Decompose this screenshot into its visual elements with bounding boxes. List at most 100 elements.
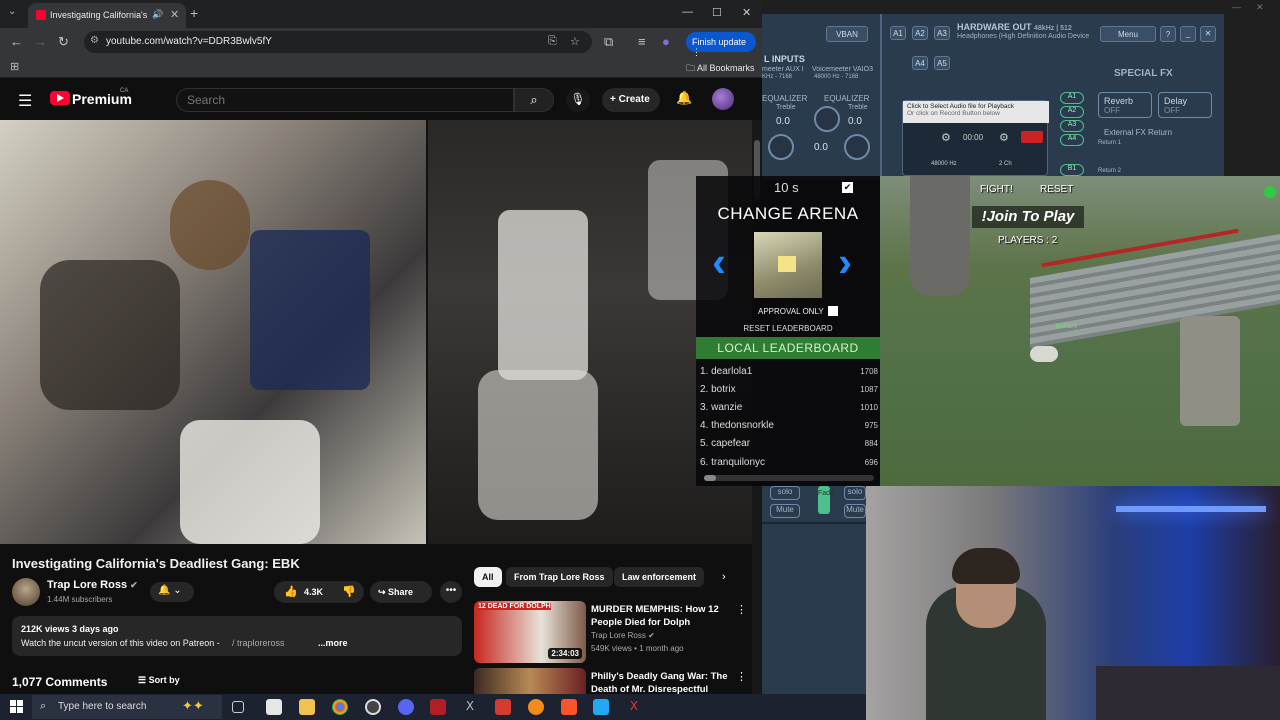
recommendation-item[interactable]: Philly's Deadly Gang War: The Death of M…	[474, 668, 754, 694]
mute-button[interactable]: Mute	[844, 504, 866, 518]
chrome-icon[interactable]	[332, 699, 348, 715]
maximize-icon[interactable]: ☐	[712, 6, 722, 19]
settings-gear-icon[interactable]	[1264, 186, 1276, 198]
tape-recorder[interactable]: Click to Select Audio file for Playback O…	[902, 100, 1049, 176]
recommendation-thumbnail[interactable]: 12 DEAD FOR DOLPH 2:34:03	[474, 601, 586, 663]
route-a2-button[interactable]: A2	[1060, 106, 1084, 118]
like-icon[interactable]: 👍	[284, 585, 298, 598]
kebab-menu-icon[interactable]: ⋮	[736, 670, 747, 683]
taskbar-search[interactable]: ⌕ Type here to search ✦✦	[32, 695, 222, 719]
reset-button[interactable]: RESET	[1040, 184, 1073, 200]
channel-avatar[interactable]	[12, 578, 40, 606]
fight-button[interactable]: FIGHT!	[980, 184, 1013, 200]
vscode-icon[interactable]	[593, 699, 609, 715]
user-avatar[interactable]	[712, 88, 734, 110]
eq-knob[interactable]	[814, 106, 840, 132]
description-box[interactable]: 212K views 3 days ago Watch the uncut ve…	[12, 616, 462, 656]
patreon-link[interactable]: / traploreross	[232, 638, 285, 648]
rewind-icon[interactable]: ⚙	[941, 131, 951, 144]
all-bookmarks-button[interactable]: 🗀 All Bookmarks	[686, 61, 755, 77]
share-button[interactable]: ↪ Share	[370, 581, 432, 603]
bus-a2-button[interactable]: A2	[912, 26, 928, 40]
app-icon[interactable]	[266, 699, 282, 715]
app-icon[interactable]: Ⅹ	[462, 699, 478, 715]
create-button[interactable]: + Create	[602, 88, 660, 112]
video-player[interactable]	[0, 120, 752, 544]
recommendation-channel[interactable]: Trap Lore Ross ✔	[591, 631, 655, 640]
kebab-menu-icon[interactable]: ⋮	[736, 603, 747, 616]
eq-knob[interactable]	[844, 134, 870, 160]
app-icon[interactable]	[495, 699, 511, 715]
bookmark-star-icon[interactable]: ☆	[570, 35, 580, 48]
input2-name[interactable]: Voicemeeter VAIO3	[812, 66, 873, 73]
obs-icon[interactable]	[365, 699, 381, 715]
bus-a4-button[interactable]: A4	[912, 56, 928, 70]
mute-button[interactable]: Mute	[770, 504, 800, 518]
hardware-out-device[interactable]: Headphones (High Definition Audio Device	[957, 33, 1089, 40]
recommendation-title[interactable]: Philly's Deadly Gang War: The Death of M…	[591, 670, 731, 694]
chip-all[interactable]: All	[474, 567, 502, 587]
forward-icon[interactable]: →	[34, 34, 47, 49]
speaker-icon[interactable]: 🔊	[152, 9, 163, 20]
reset-leaderboard-button[interactable]: RESET LEADERBOARD	[696, 324, 880, 333]
fader-knob[interactable]: Fade	[818, 486, 834, 514]
chip-law-enforcement[interactable]: Law enforcement	[614, 567, 705, 587]
chip-from-channel[interactable]: From Trap Lore Ross	[506, 567, 613, 587]
record-icon[interactable]	[1021, 131, 1043, 143]
recommendation-thumbnail[interactable]	[474, 668, 586, 694]
profile-icon[interactable]: ●	[662, 34, 670, 49]
install-icon[interactable]: ⎘	[548, 35, 557, 48]
minimize-icon[interactable]: —	[1232, 2, 1241, 12]
app-icon[interactable]	[430, 699, 446, 715]
recommendation-title[interactable]: MURDER MEMPHIS: How 12 People Died for D…	[591, 603, 731, 629]
route-b1-button[interactable]: B1	[1060, 164, 1084, 176]
extensions-icon[interactable]: ⧉	[604, 34, 613, 50]
sort-by-button[interactable]: ☰ Sort by	[138, 675, 180, 686]
menu-icon[interactable]: ☰	[18, 91, 32, 111]
tab-youtube[interactable]: Investigating California's De 🔊 ✕	[28, 3, 186, 28]
reverb-button[interactable]: Reverb OFF	[1098, 92, 1152, 118]
reload-icon[interactable]: ↻	[58, 34, 69, 50]
dislike-icon[interactable]: 👎	[342, 585, 356, 598]
apps-grid-icon[interactable]: ⊞	[10, 60, 19, 73]
input1-name[interactable]: meeter AUX I	[762, 66, 804, 73]
minimize-icon[interactable]: —	[682, 6, 693, 18]
eq-knob[interactable]	[768, 134, 794, 160]
route-a1-button[interactable]: A1	[1060, 92, 1084, 104]
file-explorer-icon[interactable]	[299, 699, 315, 715]
notifications-bell-icon[interactable]: 🔔	[676, 90, 692, 106]
reading-list-icon[interactable]: ≡	[638, 34, 646, 49]
bus-a3-button[interactable]: A3	[934, 26, 950, 40]
solo-button[interactable]: solo	[844, 486, 866, 500]
recommendation-item[interactable]: 12 DEAD FOR DOLPH 2:34:03 MURDER MEMPHIS…	[474, 601, 754, 663]
leaderboard-scrollbar[interactable]	[704, 475, 874, 481]
subscribed-bell-button[interactable]: 🔔 ⌄	[150, 582, 194, 602]
close-window-icon[interactable]: ✕	[1256, 2, 1264, 13]
close-window-icon[interactable]: ✕	[742, 6, 751, 19]
bus-a1-button[interactable]: A1	[890, 26, 906, 40]
search-button[interactable]: ⌕	[514, 88, 554, 112]
app-icon[interactable]: Ⅹ	[626, 699, 642, 715]
app-icon[interactable]	[528, 699, 544, 715]
help-icon[interactable]: ?	[1160, 26, 1176, 42]
timer-checkbox[interactable]: ✔	[842, 182, 853, 193]
close-icon[interactable]: ✕	[1200, 26, 1216, 42]
minimize-icon[interactable]: _	[1180, 26, 1196, 42]
delay-button[interactable]: Delay OFF	[1158, 92, 1212, 118]
like-count[interactable]: 4.3K	[304, 587, 323, 597]
show-more-link[interactable]: ...more	[318, 638, 348, 648]
route-a3-button[interactable]: A3	[1060, 120, 1084, 132]
approval-only-checkbox[interactable]	[828, 306, 838, 316]
arena-prev-arrow-icon[interactable]: ‹	[712, 238, 726, 286]
youtube-logo-icon[interactable]	[50, 91, 70, 105]
windows-start-icon[interactable]	[10, 700, 23, 713]
chevron-right-icon[interactable]: ›	[722, 571, 726, 583]
task-view-icon[interactable]	[232, 701, 244, 713]
arena-next-arrow-icon[interactable]: ›	[838, 238, 852, 286]
brave-icon[interactable]	[561, 699, 577, 715]
vban-button[interactable]: VBAN	[826, 26, 868, 42]
bus-a5-button[interactable]: A5	[934, 56, 950, 70]
tab-search-icon[interactable]: ⌄	[8, 6, 16, 17]
forward-icon[interactable]: ⚙	[999, 131, 1009, 144]
back-icon[interactable]: ←	[10, 34, 23, 49]
